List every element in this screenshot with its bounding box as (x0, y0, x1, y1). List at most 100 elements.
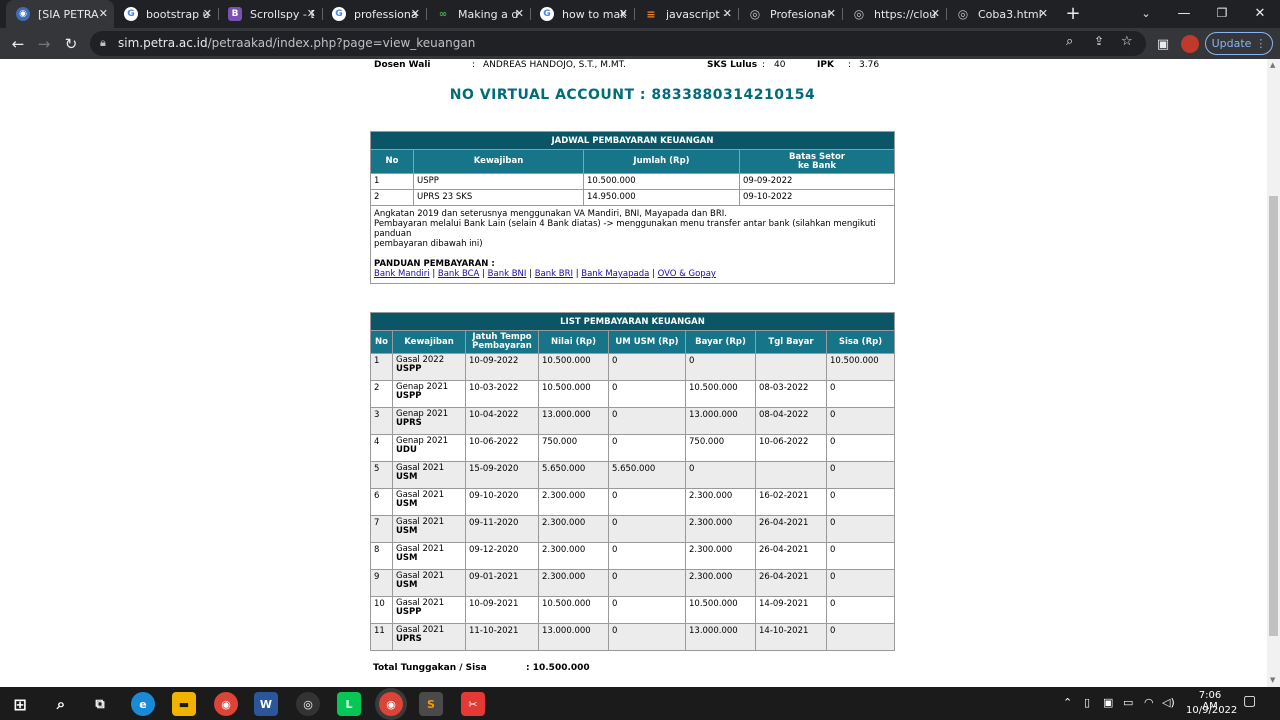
zoom-icon[interactable]: ⌕ (1066, 34, 1073, 49)
cell-no: 2 (370, 189, 414, 206)
cell-jatuh-tempo: 10-04-2022 (465, 407, 539, 435)
cell-kewajiban: Gasal 2021 USM (392, 461, 466, 489)
close-icon[interactable]: ✕ (931, 7, 940, 20)
tab-how-to-make[interactable]: G how to mak ✕ (530, 0, 634, 28)
dosen-wali-separator: : (472, 60, 476, 70)
obs-icon[interactable]: ◎ (296, 692, 320, 716)
browser-tab-strip: ◉ [SIA PETRA ✕ G bootstrap u ✕ B Scrolls… (0, 0, 1280, 28)
tray-chevron-icon[interactable]: ⌃ (1063, 696, 1072, 709)
start-icon[interactable]: ⊞ (8, 692, 32, 716)
chrome-icon[interactable]: ◉ (379, 692, 403, 716)
link-bank-mayapada[interactable]: Bank Mayapada (581, 269, 649, 279)
cell-nilai: 13.000.000 (538, 623, 609, 651)
reload-icon[interactable]: ↻ (61, 34, 81, 54)
bookmark-star-icon[interactable]: ☆ (1121, 34, 1133, 49)
payment-guide-title: PANDUAN PEMBAYARAN : (374, 259, 495, 269)
tray-app-icon[interactable]: ▯ (1084, 696, 1090, 709)
new-tab-button[interactable]: + (1063, 3, 1083, 24)
notifications-icon[interactable]: ▢ (1243, 693, 1256, 709)
forward-arrow-icon[interactable]: → (34, 34, 54, 54)
close-icon[interactable]: ✕ (99, 7, 108, 20)
share-icon[interactable]: ⇪ (1094, 34, 1104, 48)
stackoverflow-icon: ≡ (646, 7, 656, 21)
link-bank-mandiri[interactable]: Bank Mandiri (374, 269, 430, 279)
profile-avatar[interactable] (1180, 34, 1200, 54)
close-icon[interactable]: ✕ (619, 7, 628, 20)
url-text[interactable]: sim.petra.ac.id/petraakad/index.php?page… (118, 36, 475, 50)
task-view-icon[interactable]: ⧉ (88, 692, 112, 716)
cell-bayar: 13.000.000 (685, 407, 756, 435)
cell-um-usm: 5.650.000 (608, 461, 686, 489)
tray-app-icon[interactable]: ▣ (1103, 696, 1113, 709)
minimize-icon[interactable]: — (1174, 3, 1194, 23)
page-scrollbar[interactable]: ▲ ▼ (1267, 59, 1280, 687)
col-header-jumlah: Jumlah (Rp) (583, 149, 740, 174)
close-icon[interactable]: ✕ (307, 7, 316, 20)
tab-search-icon[interactable]: ⌄ (1136, 3, 1156, 23)
cell-bayar: 10.500.000 (685, 596, 756, 624)
tab-label: javascript - (666, 7, 728, 21)
scroll-down-icon[interactable]: ▼ (1270, 676, 1275, 684)
clock-date[interactable]: 10/9/2022 (1186, 705, 1237, 716)
sublime-icon[interactable]: S (419, 692, 443, 716)
side-panel-icon[interactable]: ▣ (1153, 34, 1173, 54)
close-icon[interactable]: ✕ (203, 7, 212, 20)
scroll-up-icon[interactable]: ▲ (1270, 61, 1275, 69)
link-ovo-gopay[interactable]: OVO & Gopay (658, 269, 716, 279)
tab-professional[interactable]: G professiona ✕ (322, 0, 426, 28)
cell-sisa: 0 (826, 488, 895, 516)
payment-notes: Angkatan 2019 dan seterusnya menggunakan… (370, 205, 895, 284)
cell-nilai: 2.300.000 (538, 542, 609, 570)
tab-bootstrap[interactable]: G bootstrap u ✕ (114, 0, 218, 28)
close-icon[interactable]: ✕ (411, 7, 420, 20)
address-bar[interactable]: 🔒︎ sim.petra.ac.id/petraakad/index.php?p… (90, 31, 1146, 56)
tab-javascript[interactable]: ≡ javascript - ✕ (634, 0, 738, 28)
volume-icon[interactable]: ◁) (1162, 696, 1175, 709)
table-row: 7 Gasal 2021 USM 09-11-2020 2.300.000 0 2.300.… (370, 515, 895, 543)
file-explorer-icon[interactable]: ▬ (172, 692, 196, 716)
tab-making-a[interactable]: ∞ Making a d ✕ (426, 0, 530, 28)
tab-scrollspy[interactable]: B Scrollspy - B ✕ (218, 0, 322, 28)
close-icon[interactable]: ✕ (827, 7, 836, 20)
tab-coba3[interactable]: ◎ Coba3.html ✕ (946, 0, 1054, 28)
cell-tgl-bayar: 14-10-2021 (755, 623, 827, 651)
url-path: /petraakad/index.php?page=view_keuangan (207, 36, 476, 50)
link-bank-bca[interactable]: Bank BCA (438, 269, 479, 279)
snipping-icon[interactable]: ✂ (461, 692, 485, 716)
tab-label: [SIA PETRA (38, 7, 99, 21)
close-icon[interactable]: ✕ (723, 7, 732, 20)
scrollbar-thumb[interactable] (1269, 196, 1278, 636)
cell-nilai: 2.300.000 (538, 569, 609, 597)
chrome-icon[interactable]: ◉ (214, 692, 238, 716)
google-icon: G (332, 7, 346, 21)
line-icon[interactable]: L (337, 692, 361, 716)
header-line: Pembayaran (472, 341, 532, 351)
table-row: 11 Gasal 2021 UPRS 11-10-2021 13.000.000 0 13.… (370, 623, 895, 651)
cell-jatuh-tempo: 10-09-2021 (465, 596, 539, 624)
tab-sia-petra[interactable]: ◉ [SIA PETRA ✕ (6, 0, 114, 28)
battery-icon[interactable]: ▭ (1123, 696, 1133, 709)
edge-icon[interactable]: e (131, 692, 155, 716)
tab-label: how to mak (562, 7, 626, 21)
back-arrow-icon[interactable]: ← (8, 34, 28, 54)
window-close-icon[interactable]: ✕ (1250, 3, 1270, 23)
search-icon[interactable]: ⌕ (49, 692, 73, 716)
col-header-kewajiban: Kewajiban (392, 330, 466, 354)
tab-profesional[interactable]: ◎ Profesional ✕ (738, 0, 842, 28)
tab-label: Making a d (458, 7, 519, 21)
maximize-icon[interactable]: ❐ (1212, 3, 1232, 23)
tab-cloud[interactable]: ◎ https://clou ✕ (842, 0, 946, 28)
fee-code: UDU (396, 445, 417, 455)
update-button[interactable]: Update ⋮ (1205, 32, 1273, 55)
link-bank-bri[interactable]: Bank BRI (535, 269, 573, 279)
wifi-icon[interactable]: ◠ (1144, 696, 1154, 709)
link-bank-bni[interactable]: Bank BNI (488, 269, 527, 279)
close-icon[interactable]: ✕ (515, 7, 524, 20)
close-icon[interactable]: ✕ (1039, 7, 1048, 20)
word-icon[interactable]: W (254, 692, 278, 716)
cell-bayar: 0 (685, 461, 756, 489)
globe-icon: ◎ (853, 7, 865, 21)
cell-um-usm: 0 (608, 569, 686, 597)
lock-icon[interactable]: 🔒︎ (100, 36, 106, 50)
schedule-table: JADWAL PEMBAYARAN KEUANGAN No Kewajiban … (370, 131, 895, 284)
